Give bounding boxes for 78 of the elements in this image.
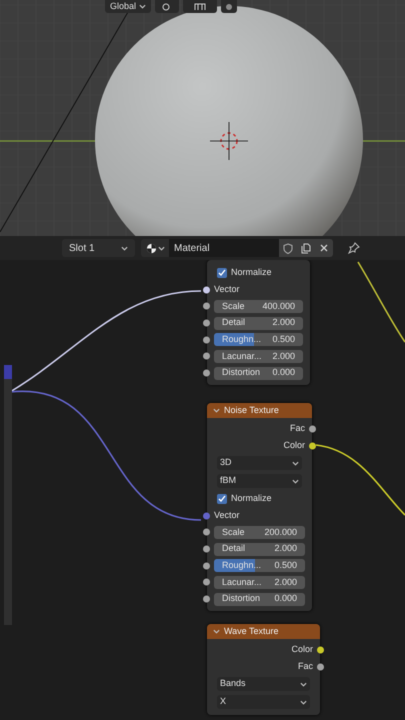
chevron-icon: [139, 4, 146, 9]
field-value: 0.000: [274, 592, 297, 606]
field-value: 0.000: [272, 366, 295, 380]
shield-icon: [283, 242, 293, 254]
sphere-icon: [146, 242, 156, 254]
copy-icon: [301, 242, 311, 254]
pivot-button[interactable]: [155, 0, 180, 13]
field-label: Detail: [222, 316, 246, 330]
dropdown-value: Bands: [220, 677, 246, 690]
number-field[interactable]: Lacunar... 2.000: [214, 350, 303, 363]
chevron-icon: [121, 246, 128, 250]
node-title: Noise Texture: [224, 404, 279, 417]
number-field[interactable]: Distortion 0.000: [214, 366, 303, 380]
dropdown[interactable]: 3D: [217, 456, 302, 470]
checkbox-label: Normalize: [231, 266, 272, 279]
field-label: Scale: [222, 300, 245, 313]
field-value: 2.000: [272, 350, 295, 363]
number-field[interactable]: Distortion 0.000: [214, 592, 305, 606]
field-value: 0.500: [274, 559, 297, 572]
chevron-icon: [300, 682, 307, 686]
checkbox-label: Normalize: [231, 492, 272, 505]
socket-label: Vector: [214, 508, 240, 522]
field-label: Distortion: [222, 366, 260, 380]
node-header[interactable]: Noise Texture: [207, 403, 312, 418]
field-value: 2.000: [272, 316, 295, 330]
node-header: [4, 365, 12, 379]
chevron-icon: [213, 408, 220, 413]
socket-label: Fac: [298, 660, 313, 673]
field-value: 2.000: [274, 542, 297, 556]
dropdown-value: Slot 1: [69, 242, 95, 256]
proportional-button[interactable]: [221, 0, 238, 13]
dropdown-value: X: [220, 695, 226, 708]
node-title: Wave Texture: [224, 624, 279, 638]
check-icon: [218, 268, 226, 276]
snap-button[interactable]: [183, 0, 218, 13]
close-icon: [320, 244, 328, 252]
chevron-icon: [292, 478, 299, 484]
socket-label: Vector: [214, 282, 240, 296]
number-field[interactable]: Detail 2.000: [214, 542, 305, 556]
field-label: Scale: [222, 526, 245, 539]
number-field[interactable]: Detail 2.000: [214, 316, 303, 330]
dropdown[interactable]: X: [217, 695, 310, 709]
socket-label: Fac: [290, 422, 305, 435]
field-label: Lacunar...: [222, 350, 262, 363]
dropdown[interactable]: fBM: [217, 474, 302, 488]
field-value: 0.500: [272, 333, 295, 346]
close-button[interactable]: [315, 239, 333, 257]
dropdown-value: fBM: [220, 474, 236, 488]
checkbox[interactable]: [217, 268, 227, 278]
material-field[interactable]: Material: [169, 239, 279, 257]
dropdown-value: Global: [110, 0, 136, 13]
material-browse-button[interactable]: [141, 239, 169, 257]
dropdown[interactable]: Bands: [217, 677, 310, 691]
chevron-icon: [158, 246, 164, 250]
field-label: Distortion: [222, 592, 260, 606]
chevron-icon: [213, 629, 220, 634]
chevron-icon: [300, 700, 307, 704]
pin-icon[interactable]: [348, 242, 360, 254]
snap-icon: [194, 2, 206, 10]
transform-dropdown[interactable]: Global: [105, 0, 152, 13]
socket-label: Color: [291, 642, 313, 656]
socket-label: Color: [283, 438, 305, 452]
field-label: Detail: [222, 542, 246, 556]
field-label: Lacunar...: [222, 576, 262, 589]
checkbox[interactable]: [217, 494, 227, 504]
dropdown-value: 3D: [220, 456, 232, 470]
fake-user-button[interactable]: [279, 239, 297, 257]
number-field[interactable]: Lacunar... 2.000: [214, 576, 305, 589]
field-value: 200.000: [264, 526, 297, 539]
number-field[interactable]: Scale 200.000: [214, 526, 305, 539]
node[interactable]: [4, 365, 12, 625]
field-value: 2.000: [274, 576, 297, 589]
chevron-icon: [292, 460, 299, 466]
number-field[interactable]: Scale 400.000: [214, 300, 303, 313]
check-icon: [218, 494, 226, 502]
node-header[interactable]: Wave Texture: [207, 624, 320, 639]
slot-dropdown[interactable]: Slot 1: [62, 239, 135, 257]
field-value: 400.000: [262, 300, 295, 313]
